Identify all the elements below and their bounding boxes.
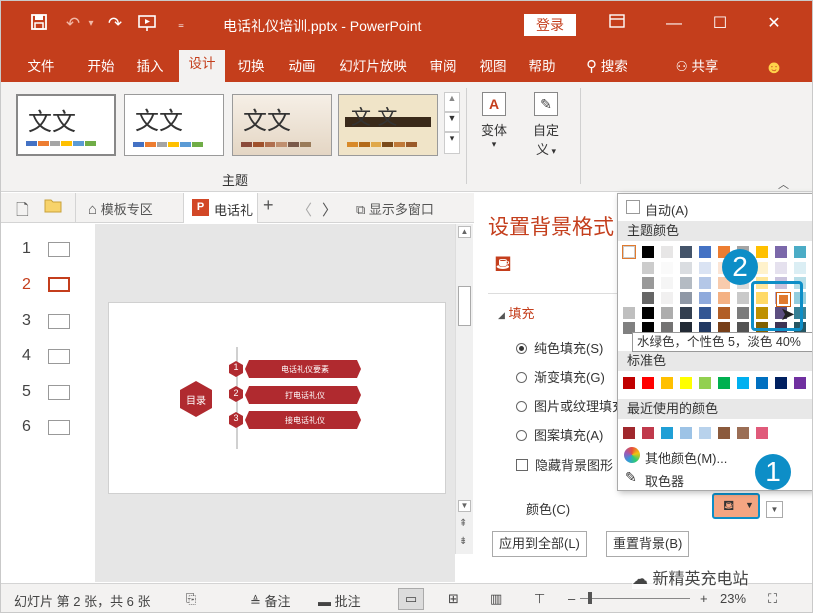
window-frame [0,0,813,613]
